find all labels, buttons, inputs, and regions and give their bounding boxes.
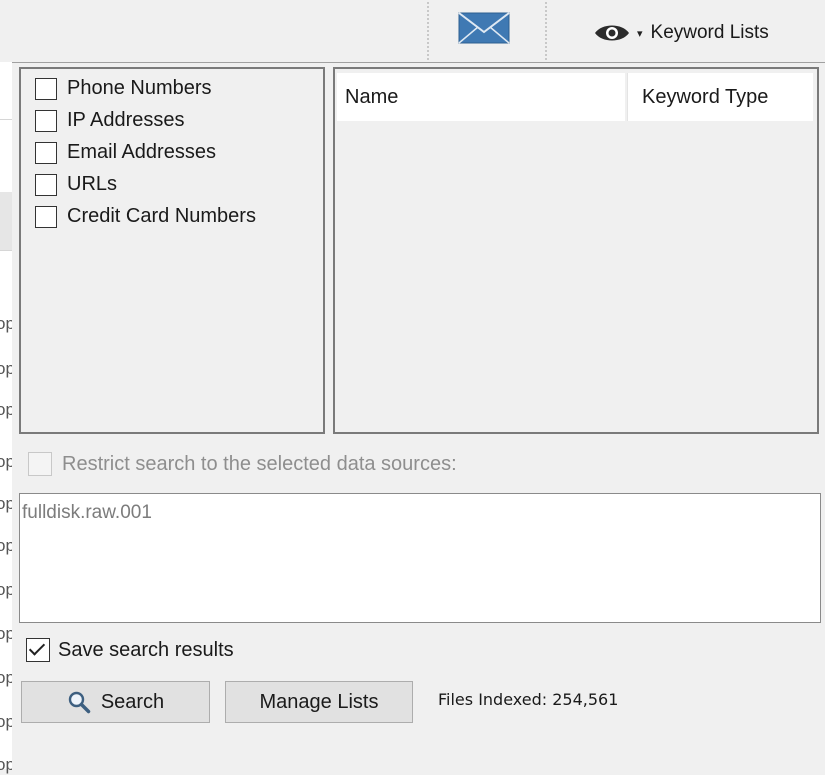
checkbox[interactable]	[35, 109, 57, 132]
search-icon	[68, 691, 91, 714]
table-cell-fragment: op	[0, 359, 12, 378]
toolbar-separator	[427, 2, 429, 60]
table-divider	[0, 119, 12, 120]
eye-icon	[595, 25, 629, 41]
table-cell-fragment: op	[0, 668, 12, 687]
table-cell-fragment: op	[0, 400, 12, 419]
restrict-search-option: Restrict search to the selected data sou…	[28, 452, 457, 476]
checkbox[interactable]	[35, 141, 57, 164]
keyword-lists-table: Name Keyword Type	[333, 67, 819, 434]
keyword-lists-dropdown[interactable]: ▾ Keyword Lists	[593, 17, 769, 49]
table-cell-fragment: op	[0, 494, 12, 513]
checkbox-label: URLs	[67, 173, 118, 195]
checkbox[interactable]	[35, 173, 57, 196]
restrict-search-checkbox[interactable]	[28, 452, 52, 476]
checkbox-email-addresses[interactable]: Email Addresses	[35, 141, 216, 164]
table-cell-fragment: op	[0, 712, 12, 731]
table-cell-fragment: op	[0, 452, 12, 471]
envelope-icon[interactable]	[458, 12, 510, 44]
search-button[interactable]: Search	[21, 681, 210, 723]
table-cell-fragment: op	[0, 314, 12, 333]
list-item[interactable]: fulldisk.raw.001	[22, 502, 152, 524]
save-results-label: Save search results	[58, 638, 234, 661]
table-header-cell	[0, 192, 12, 250]
data-sources-list[interactable]: fulldisk.raw.001	[19, 493, 821, 623]
toolbar-separator	[545, 2, 547, 60]
top-toolbar: ▾ Keyword Lists	[0, 0, 825, 62]
manage-lists-label: Manage Lists	[259, 690, 379, 713]
restrict-search-label: Restrict search to the selected data sou…	[62, 452, 457, 475]
save-search-results-option[interactable]: Save search results	[26, 638, 234, 662]
table-cell-fragment: op	[0, 624, 12, 643]
column-header-keyword-type[interactable]: Keyword Type	[627, 73, 813, 121]
table-cell-fragment: op	[0, 580, 12, 599]
checkbox-label: IP Addresses	[67, 109, 185, 131]
column-header-name[interactable]: Name	[337, 73, 625, 121]
search-button-label: Search	[100, 690, 165, 713]
predefined-lists-box: Phone Numbers IP Addresses Email Address…	[19, 67, 325, 434]
keyword-lists-label: Keyword Lists	[650, 22, 769, 43]
checkbox-label: Credit Card Numbers	[67, 205, 256, 227]
table-cell-fragment: op	[0, 536, 12, 555]
files-indexed-status: Files Indexed: 254,561	[438, 690, 619, 709]
manage-lists-button[interactable]: Manage Lists	[225, 681, 413, 723]
checkbox-label: Phone Numbers	[67, 77, 212, 99]
checkbox[interactable]	[35, 205, 57, 228]
checkbox-phone-numbers[interactable]: Phone Numbers	[35, 77, 212, 100]
checkbox-urls[interactable]: URLs	[35, 173, 117, 196]
checkbox-label: Email Addresses	[67, 141, 216, 163]
chevron-down-icon: ▾	[637, 27, 643, 40]
table-cell-fragment: op	[0, 755, 12, 774]
checkbox[interactable]	[35, 77, 57, 100]
save-results-checkbox[interactable]	[26, 638, 50, 662]
checkbox-ip-addresses[interactable]: IP Addresses	[35, 109, 184, 132]
table-divider	[0, 250, 12, 251]
checkbox-credit-card-numbers[interactable]: Credit Card Numbers	[35, 205, 256, 228]
